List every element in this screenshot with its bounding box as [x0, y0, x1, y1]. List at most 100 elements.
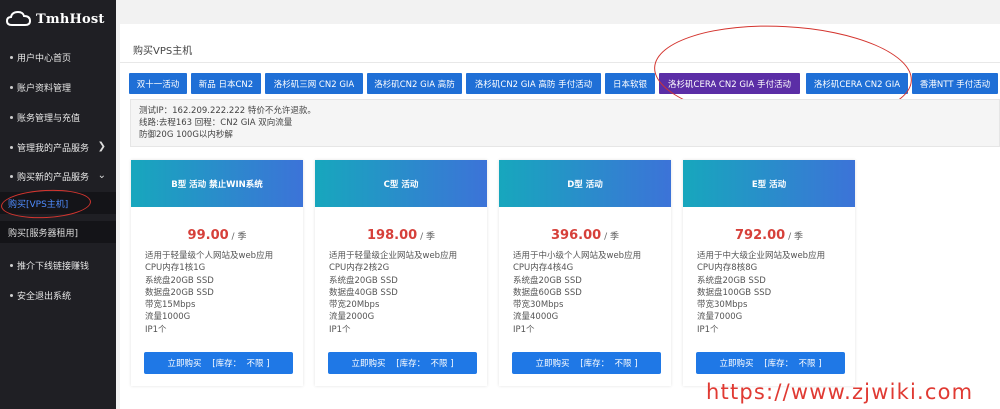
spec-line: 系统盘20GB SSD: [329, 275, 398, 286]
bullet-icon: [10, 55, 13, 59]
buy-now-button[interactable]: 立即购买 [库存： 不限 ]: [328, 352, 477, 374]
product-name: D型 活动: [499, 160, 671, 207]
sidebar-item-label: 用户中心首页: [17, 53, 72, 64]
spec-line: 数据盘40GB SSD: [329, 287, 398, 298]
sidebar-item-label: 账务管理与充值: [17, 113, 81, 124]
spec-line: 适用于中小级个人网站及web应用: [513, 251, 642, 261]
bullet-icon: [10, 263, 13, 267]
spec-line: IP1个: [697, 324, 719, 335]
spec-line: 带宽30Mbps: [697, 300, 748, 311]
spec-line: CPU内存4核4G: [513, 263, 574, 274]
sidebar-item-label: 购买新的产品服务: [17, 172, 90, 183]
buy-now-button[interactable]: 立即购买 [库存： 不限 ]: [512, 352, 661, 374]
price-row: 198.00 / 季: [315, 228, 487, 243]
product-specs: 适用于中小级个人网站及web应用 CPU内存4核4G 系统盘20GB SSD 数…: [499, 250, 671, 336]
sidebar-item-my-products[interactable]: 管理我的产品服务 ❯: [0, 136, 116, 158]
product-price: 792.00: [735, 228, 786, 243]
tab-la-cera-cn2-gia[interactable]: 洛杉矶CERA CN2 GIA: [806, 73, 908, 94]
sidebar: TmhHost 用户中心首页 账户资料管理 账务管理与充值 管理我的产品服务 ❯…: [0, 0, 116, 409]
spec-line: 带宽30Mbps: [513, 300, 564, 311]
bullet-icon: [10, 293, 13, 297]
price-unit: / 季: [604, 232, 619, 242]
buy-now-button[interactable]: 立即购买 [库存： 不限 ]: [144, 352, 293, 374]
price-row: 396.00 / 季: [499, 228, 671, 243]
chevron-down-icon: ⌄: [97, 170, 106, 181]
spec-line: 流量2000G: [329, 312, 375, 323]
bullet-icon: [10, 115, 13, 119]
product-price: 396.00: [551, 228, 602, 243]
logo[interactable]: TmhHost: [0, 0, 116, 38]
spec-line: IP1个: [513, 324, 535, 335]
top-bar: [116, 0, 1000, 22]
price-unit: / 季: [231, 232, 247, 242]
spec-line: 流量1000G: [145, 312, 191, 323]
spec-line: 数据盘60GB SSD: [513, 287, 582, 298]
spec-line: IP1个: [145, 324, 167, 335]
tab-la-three-network-cn2-gia[interactable]: 洛杉矶三网 CN2 GIA: [265, 73, 363, 94]
logo-text: TmhHost: [36, 11, 105, 27]
sidebar-subitem-buy-dedicated[interactable]: 购买[服务器租用]: [0, 221, 116, 243]
divider: [120, 62, 1000, 63]
sidebar-item-buy-products[interactable]: 购买新的产品服务 ⌄: [0, 165, 116, 187]
product-specs: 适用于中大级企业网站及web应用 CPU内存8核8G 系统盘20GB SSD 数…: [683, 250, 855, 336]
cloud-logo-icon: [6, 10, 32, 26]
info-line: 测试IP：162.209.222.222 特价不允许退款。: [139, 106, 316, 116]
product-specs: 适用于轻量级个人网站及web应用 CPU内存1核1G 系统盘20GB SSD 数…: [131, 250, 303, 336]
bullet-icon: [10, 85, 13, 89]
product-name: C型 活动: [315, 160, 487, 207]
product-card-c: C型 活动 198.00 / 季 适用于轻量级企业网站及web应用 CPU内存2…: [315, 160, 487, 386]
buy-now-button[interactable]: 立即购买 [库存： 不限 ]: [696, 352, 845, 374]
spec-line: IP1个: [329, 324, 351, 335]
info-box: 测试IP：162.209.222.222 特价不允许退款。 线路:去程163 回…: [130, 99, 1000, 147]
product-name: E型 活动: [683, 160, 855, 207]
spec-line: 流量7000G: [697, 312, 743, 323]
tab-hk-ntt-promo[interactable]: 香港NTT 手付活动: [912, 73, 998, 94]
spec-line: 系统盘20GB SSD: [513, 275, 582, 286]
product-specs: 适用于轻量级企业网站及web应用 CPU内存2核2G 系统盘20GB SSD 数…: [315, 250, 487, 336]
price-unit: / 季: [788, 232, 803, 242]
info-line: 防御20G 100G以内秒解: [139, 130, 233, 140]
spec-line: 适用于轻量级企业网站及web应用: [329, 251, 458, 261]
tab-la-cn2-gia-ddos-promo[interactable]: 洛杉矶CN2 GIA 高防 手付活动: [466, 73, 601, 94]
tab-japan-softbank[interactable]: 日本软银: [605, 73, 655, 94]
sidebar-item-account-profile[interactable]: 账户资料管理: [0, 76, 116, 98]
sidebar-item-referral[interactable]: 推介下线链接赚钱: [0, 254, 116, 276]
spec-line: CPU内存1核1G: [145, 263, 206, 274]
spec-line: CPU内存8核8G: [697, 263, 758, 274]
sidebar-item-billing[interactable]: 账务管理与充值: [0, 106, 116, 128]
product-card-d: D型 活动 396.00 / 季 适用于中小级个人网站及web应用 CPU内存4…: [499, 160, 671, 386]
spec-line: 系统盘20GB SSD: [145, 275, 214, 286]
price-row: 99.00 / 季: [131, 228, 303, 243]
spec-line: 数据盘20GB SSD: [145, 287, 214, 298]
tab-japan-cn2[interactable]: 新品 日本CN2: [191, 73, 261, 94]
sidebar-item-label: 推介下线链接赚钱: [17, 261, 90, 272]
product-price: 99.00: [187, 228, 229, 243]
watermark: https://www.zjwiki.com: [706, 380, 974, 404]
tab-la-cn2-gia-ddos[interactable]: 洛杉矶CN2 GIA 高防: [367, 73, 462, 94]
bullet-icon: [10, 145, 13, 149]
sidebar-item-label: 安全退出系统: [17, 291, 72, 302]
page-title: 购买VPS主机: [133, 46, 193, 57]
spec-line: 适用于中大级企业网站及web应用: [697, 251, 826, 261]
spec-line: 适用于轻量级个人网站及web应用: [145, 251, 274, 261]
product-price: 198.00: [367, 228, 418, 243]
sidebar-subitem-buy-vps[interactable]: 购买[VPS主机]: [0, 192, 116, 214]
spec-line: 数据盘100GB SSD: [697, 287, 772, 298]
info-line: 线路:去程163 回程：CN2 GIA 双向流量: [139, 118, 293, 128]
spec-line: 流量4000G: [513, 312, 559, 323]
spec-line: 系统盘20GB SSD: [697, 275, 766, 286]
sidebar-item-label: 账户资料管理: [17, 83, 72, 94]
sidebar-item-logout[interactable]: 安全退出系统: [0, 284, 116, 306]
product-card-b: B型 活动 禁止WIN系统 99.00 / 季 适用于轻量级个人网站及web应用…: [131, 160, 303, 386]
sidebar-item-dashboard[interactable]: 用户中心首页: [0, 46, 116, 68]
price-unit: / 季: [420, 232, 435, 242]
bullet-icon: [10, 174, 13, 178]
spec-line: 带宽20Mbps: [329, 300, 380, 311]
spec-line: CPU内存2核2G: [329, 263, 390, 274]
product-name: B型 活动 禁止WIN系统: [131, 160, 303, 207]
tab-la-cera-cn2-gia-promo[interactable]: 洛杉矶CERA CN2 GIA 手付活动: [659, 73, 800, 94]
spec-line: 带宽15Mbps: [145, 300, 196, 311]
tab-double-eleven[interactable]: 双十一活动: [129, 73, 187, 94]
sidebar-subitem-label: 购买[VPS主机]: [8, 199, 69, 210]
chevron-right-icon: ❯: [97, 141, 106, 152]
